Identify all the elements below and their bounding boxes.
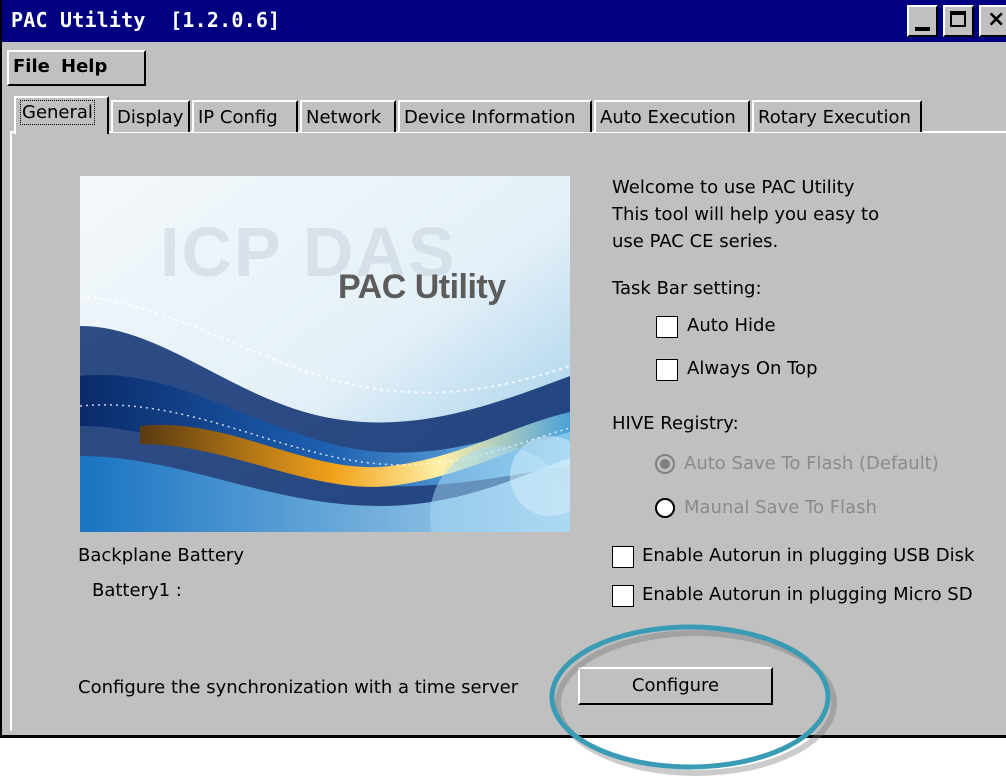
taskbar-heading: Task Bar setting: — [612, 278, 762, 299]
tab-strip: General Display IP Config Network Device… — [14, 96, 1004, 134]
hive-heading: HIVE Registry: — [612, 413, 739, 434]
battery1-label: Battery1 : — [92, 580, 182, 601]
pac-utility-banner-image: ICP DAS PAC Utility — [80, 176, 570, 532]
radio-selected-dot — [660, 459, 670, 469]
highlight-ellipse — [549, 624, 837, 776]
usb-autorun-label[interactable]: Enable Autorun in plugging USB Disk — [642, 545, 974, 566]
window-title: PAC Utility [1.2.0.6] — [11, 8, 281, 32]
close-button[interactable]: × — [979, 5, 1006, 37]
tab-rotary-execution[interactable]: Rotary Execution — [752, 100, 922, 132]
always-on-top-checkbox[interactable] — [656, 359, 678, 381]
welcome-line-1: Welcome to use PAC Utility — [612, 177, 855, 198]
tab-network[interactable]: Network — [300, 100, 396, 132]
time-sync-label: Configure the synchronization with a tim… — [78, 677, 519, 698]
manual-save-radio[interactable] — [655, 498, 675, 518]
tab-display[interactable]: Display — [111, 100, 190, 132]
app-window: PAC Utility [1.2.0.6] × File Help Genera… — [0, 0, 1006, 738]
sd-autorun-checkbox[interactable] — [612, 585, 634, 607]
menu-file[interactable]: File — [13, 56, 50, 77]
close-icon: × — [987, 7, 1006, 32]
title-bar[interactable]: PAC Utility [1.2.0.6] × — [2, 0, 1006, 42]
tab-device-information[interactable]: Device Information — [398, 100, 592, 132]
minimize-icon — [915, 27, 930, 31]
usb-autorun-checkbox[interactable] — [612, 546, 634, 568]
tab-ip-config[interactable]: IP Config — [192, 100, 298, 132]
auto-save-radio[interactable] — [655, 454, 675, 474]
maximize-icon — [950, 11, 966, 27]
manual-save-label[interactable]: Maunal Save To Flash — [684, 497, 877, 518]
banner-title: PAC Utility — [338, 268, 506, 306]
tab-general[interactable]: General — [14, 96, 109, 134]
tab-auto-execution[interactable]: Auto Execution — [594, 100, 750, 132]
menu-bar: File Help — [7, 50, 146, 86]
menu-help[interactable]: Help — [61, 56, 107, 77]
minimize-button[interactable] — [907, 5, 938, 37]
always-on-top-label[interactable]: Always On Top — [687, 358, 818, 379]
battery-heading: Backplane Battery — [78, 545, 244, 566]
auto-save-label[interactable]: Auto Save To Flash (Default) — [684, 453, 939, 474]
welcome-line-3: use PAC CE series. — [612, 231, 779, 252]
welcome-line-2: This tool will help you easy to — [612, 204, 880, 225]
sd-autorun-label[interactable]: Enable Autorun in plugging Micro SD — [642, 584, 973, 605]
maximize-button[interactable] — [943, 5, 974, 37]
auto-hide-label[interactable]: Auto Hide — [687, 315, 776, 336]
auto-hide-checkbox[interactable] — [656, 316, 678, 338]
